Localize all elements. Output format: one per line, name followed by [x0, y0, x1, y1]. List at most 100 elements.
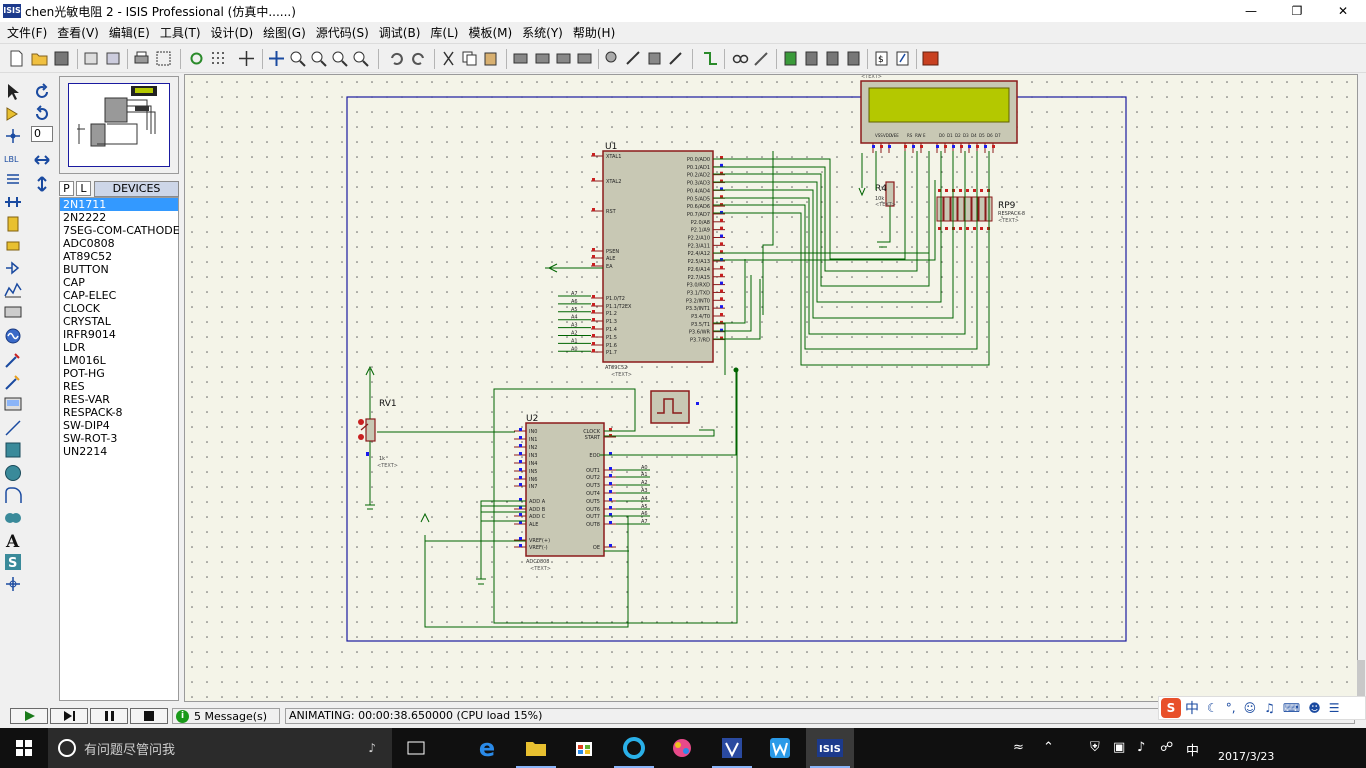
property-assign-icon[interactable] [753, 50, 770, 67]
decompose-icon[interactable] [667, 50, 684, 67]
sogou-logo-icon[interactable]: S [1161, 698, 1181, 718]
device-item[interactable]: RES [60, 380, 178, 393]
lcd-display[interactable]: VSS VDD VEE RS RW E D0 D1 D2 D3 D4 D5 D6 D7 [860, 80, 1018, 153]
pause-button[interactable] [90, 708, 128, 724]
menu-debug[interactable]: 调试(B) [374, 24, 426, 41]
print-icon[interactable] [133, 50, 150, 67]
selection-mode-icon[interactable] [3, 82, 23, 102]
menu-file[interactable]: 文件(F) [2, 24, 52, 41]
device-item[interactable]: POT-HG [60, 367, 178, 380]
menu-design[interactable]: 设计(D) [206, 24, 259, 41]
menu-help[interactable]: 帮助(H) [568, 24, 620, 41]
netlist-icon[interactable] [894, 50, 911, 67]
wire-label-icon[interactable]: LBL [3, 148, 23, 168]
show-hidden-icons[interactable]: ⌃ [1043, 740, 1054, 755]
marker-draw-icon[interactable] [3, 574, 23, 594]
taskbar-search[interactable]: 有问题尽管问我 ♪ [48, 728, 392, 768]
emoji-icon[interactable]: ☺ [1244, 701, 1257, 715]
device-item[interactable]: ADC0808 [60, 237, 178, 250]
message-box[interactable]: i 5 Message(s) [172, 708, 280, 724]
mic-icon[interactable]: ♫ [1264, 701, 1275, 715]
menu-tools[interactable]: 工具(T) [155, 24, 206, 41]
keil-uvision-icon[interactable] [708, 728, 756, 768]
open-folder-icon[interactable] [31, 50, 48, 67]
zoom-all-icon[interactable] [331, 50, 348, 67]
maximize-button[interactable]: ❐ [1274, 0, 1320, 22]
path-draw-icon[interactable] [3, 508, 23, 528]
grid-icon[interactable] [210, 50, 227, 67]
zoom-out-icon[interactable] [310, 50, 327, 67]
menu-template[interactable]: 模板(M) [463, 24, 517, 41]
overview-window[interactable] [59, 76, 179, 174]
refresh-icon[interactable] [188, 50, 205, 67]
device-item[interactable]: 2N1711 [60, 198, 178, 211]
new-sheet-icon[interactable] [782, 50, 799, 67]
mirror-x-icon[interactable] [32, 150, 52, 170]
exit-to-parent-icon[interactable] [824, 50, 841, 67]
library-manager-button[interactable]: L [76, 181, 91, 196]
minimize-button[interactable]: — [1228, 0, 1274, 22]
circle-draw-icon[interactable] [3, 463, 23, 483]
menu-source[interactable]: 源代码(S) [311, 24, 374, 41]
zoom-in-icon[interactable] [289, 50, 306, 67]
device-item[interactable]: AT89C52 [60, 250, 178, 263]
cut-icon[interactable] [440, 50, 457, 67]
make-device-icon[interactable] [625, 50, 642, 67]
menu-view[interactable]: 查看(V) [52, 24, 104, 41]
windows-start-icon[interactable] [0, 728, 48, 768]
shirt-icon[interactable]: ☰ [1329, 701, 1340, 715]
notification-icon[interactable]: ☍ [1160, 740, 1173, 755]
bill-of-materials-icon[interactable] [845, 50, 862, 67]
ime-lang-label[interactable]: 中 [1185, 698, 1199, 718]
buses-icon[interactable] [3, 192, 23, 212]
rotate-cw-icon[interactable] [32, 82, 52, 102]
redo-icon[interactable] [410, 50, 427, 67]
text-script-icon[interactable] [3, 170, 23, 190]
u1-microcontroller[interactable]: XTAL1XTAL2RSTPSENALEEAP1.0/T2P1.1/T2EXP1… [591, 150, 725, 363]
device-item[interactable]: LDR [60, 341, 178, 354]
moon-icon[interactable]: ☾ [1207, 701, 1218, 715]
packaging-icon[interactable] [646, 50, 663, 67]
generator-icon[interactable] [3, 326, 23, 346]
new-file-icon[interactable] [8, 50, 25, 67]
block-delete-icon[interactable] [576, 50, 593, 67]
ares-icon[interactable] [922, 50, 939, 67]
task-view-icon[interactable] [392, 728, 440, 768]
print-area-icon[interactable] [155, 50, 172, 67]
network-icon[interactable]: ▣ [1113, 740, 1125, 755]
store-icon[interactable] [560, 728, 608, 768]
box-draw-icon[interactable] [3, 440, 23, 460]
device-item[interactable]: CAP-ELEC [60, 289, 178, 302]
arc-draw-icon[interactable] [3, 486, 23, 506]
pick-devices-button[interactable]: P [59, 181, 74, 196]
device-item[interactable]: 7SEG-COM-CATHODE [60, 224, 180, 237]
device-item[interactable]: RESPACK-8 [60, 406, 178, 419]
device-item[interactable]: SW-DIP4 [60, 419, 178, 432]
copy-icon[interactable] [461, 50, 478, 67]
rotate-ccw-icon[interactable] [32, 104, 52, 124]
device-item[interactable]: UN2214 [60, 445, 178, 458]
save-icon[interactable] [53, 50, 70, 67]
undo-icon[interactable] [388, 50, 405, 67]
line-draw-icon[interactable] [3, 418, 23, 438]
pick-device-icon[interactable] [604, 50, 621, 67]
device-item[interactable]: CAP [60, 276, 178, 289]
zoom-area-icon[interactable] [352, 50, 369, 67]
text-draw-icon[interactable]: A [3, 530, 23, 552]
terminals-icon[interactable] [3, 236, 23, 256]
browser-app-icon[interactable] [610, 728, 658, 768]
pan-icon[interactable] [268, 50, 285, 67]
wifi-icon[interactable]: ≈ [1013, 740, 1024, 755]
menu-graph[interactable]: 绘图(G) [258, 24, 311, 41]
wps-writer-icon[interactable] [756, 728, 804, 768]
edge-browser-icon[interactable]: e [463, 728, 511, 768]
device-item[interactable]: IRFR9014 [60, 328, 178, 341]
file-explorer-icon[interactable] [512, 728, 560, 768]
game-app-icon[interactable] [658, 728, 706, 768]
block-move-icon[interactable] [534, 50, 551, 67]
security-icon[interactable]: ⛨ [1090, 740, 1100, 755]
current-probe-icon[interactable] [3, 372, 23, 392]
schematic-canvas[interactable]: VSS VDD VEE RS RW E D0 D1 D2 D3 D4 D5 D6 D7 <TEXT> XT… [184, 74, 1358, 702]
device-item[interactable]: LM016L [60, 354, 178, 367]
rotation-angle-field[interactable]: 0 [31, 126, 53, 142]
